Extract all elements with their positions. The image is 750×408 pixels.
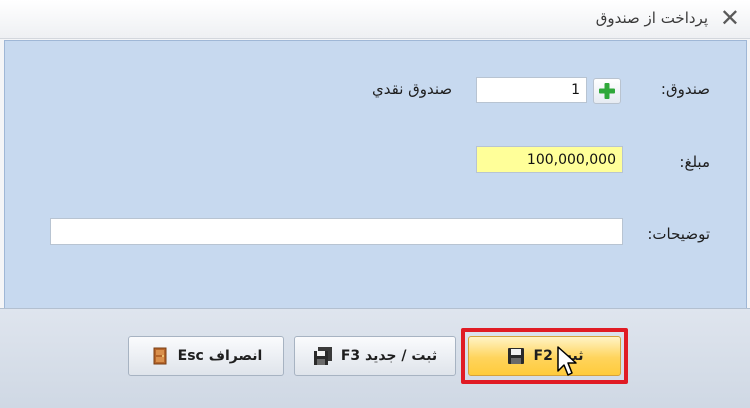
mouse-cursor-icon	[557, 346, 577, 376]
fund-label: صندوق:	[660, 80, 710, 98]
title-bar: ✕ پرداخت از صندوق	[0, 0, 750, 39]
save-new-button-label: ثبت / جدید F3	[340, 348, 438, 364]
save-button-highlight	[461, 328, 628, 384]
add-fund-button[interactable]	[593, 78, 621, 104]
fund-code-input[interactable]	[476, 77, 587, 103]
window-title: پرداخت از صندوق	[595, 9, 708, 27]
description-label: توضيحات:	[647, 225, 710, 243]
amount-input[interactable]	[476, 146, 623, 173]
save-new-button[interactable]: ثبت / جدید F3	[294, 336, 456, 376]
fund-name: صندوق نقدي	[372, 80, 453, 98]
close-icon[interactable]: ✕	[720, 4, 740, 32]
cancel-button[interactable]: انصراف Esc	[128, 336, 284, 376]
floppy-disk-multiple-icon	[313, 347, 332, 365]
amount-label: مبلغ:	[679, 153, 710, 171]
plus-icon	[599, 83, 615, 99]
cancel-button-label: انصراف Esc	[177, 348, 263, 364]
description-input[interactable]	[50, 218, 623, 245]
exit-door-icon	[153, 347, 167, 365]
